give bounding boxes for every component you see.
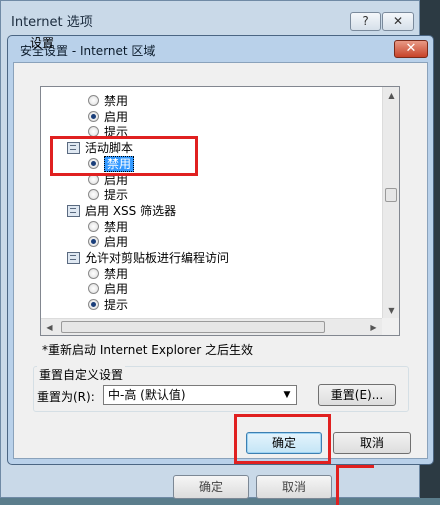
setting-option[interactable]: 启用 bbox=[88, 234, 128, 250]
setting-option[interactable]: 提示 bbox=[88, 124, 128, 140]
setting-option[interactable]: 提示 bbox=[88, 187, 128, 203]
settings-list[interactable]: 禁用 启用 提示 活动脚本 禁用 启用 提示 启用 XSS 筛选器 禁用 启用 允许对剪贴板进行编程… bbox=[40, 86, 400, 336]
setting-category[interactable]: 允许对剪贴板进行编程访问 bbox=[66, 250, 229, 266]
chevron-down-icon[interactable]: ▼ bbox=[279, 387, 295, 403]
setting-category[interactable]: 活动脚本 bbox=[66, 140, 133, 156]
horizontal-scroll-thumb[interactable] bbox=[61, 321, 325, 333]
setting-option[interactable]: 启用 bbox=[88, 172, 128, 188]
setting-option[interactable]: 启用 bbox=[88, 281, 128, 297]
setting-category[interactable]: 启用 XSS 筛选器 bbox=[66, 203, 176, 219]
reset-level-value: 中-高 (默认值) bbox=[108, 388, 186, 402]
setting-option-label: 启用 bbox=[104, 172, 129, 187]
radio-selected-icon[interactable] bbox=[88, 157, 99, 169]
setting-option-label: 禁用 bbox=[104, 266, 129, 281]
setting-option[interactable]: 提示 bbox=[88, 297, 128, 313]
dialog-close-button[interactable]: ✕ bbox=[394, 40, 428, 58]
setting-option[interactable]: 禁用 bbox=[88, 266, 128, 282]
radio-icon[interactable] bbox=[88, 189, 99, 201]
setting-option[interactable]: 禁用 bbox=[88, 155, 135, 172]
reset-button[interactable]: 重置(E)... bbox=[318, 384, 396, 406]
settings-label: 设置 bbox=[30, 36, 55, 50]
scroll-right-icon[interactable]: ▶ bbox=[366, 320, 381, 335]
setting-option-label: 提示 bbox=[104, 298, 129, 313]
vertical-scroll-thumb[interactable] bbox=[385, 188, 397, 202]
setting-option-label: 禁用 bbox=[104, 219, 129, 234]
window-close-button[interactable]: ✕ bbox=[382, 12, 414, 31]
reset-level-select[interactable]: 中-高 (默认值) ▼ bbox=[103, 385, 297, 405]
ok-button[interactable]: 确定 bbox=[246, 432, 322, 454]
reset-to-label: 重置为(R): bbox=[37, 390, 95, 404]
radio-selected-icon[interactable] bbox=[88, 299, 99, 311]
window-title: Internet 选项 bbox=[11, 15, 93, 30]
radio-selected-icon[interactable] bbox=[88, 236, 99, 248]
setting-option-label: 提示 bbox=[104, 188, 129, 203]
help-button[interactable]: ? bbox=[350, 12, 381, 31]
setting-category-label: 活动脚本 bbox=[85, 141, 134, 156]
scroll-corner bbox=[382, 318, 399, 335]
setting-option-label: 启用 bbox=[104, 235, 129, 250]
setting-category-icon bbox=[66, 141, 81, 155]
cancel-button[interactable]: 取消 bbox=[333, 432, 411, 454]
scroll-up-icon[interactable]: ▲ bbox=[384, 88, 399, 103]
options-cancel-button[interactable]: 取消 bbox=[256, 475, 332, 499]
setting-option[interactable]: 启用 bbox=[88, 109, 128, 125]
setting-option-label: 提示 bbox=[104, 125, 129, 140]
radio-icon[interactable] bbox=[88, 173, 99, 185]
radio-icon[interactable] bbox=[88, 283, 99, 295]
radio-icon[interactable] bbox=[88, 95, 99, 106]
setting-option-label: 禁用 bbox=[104, 94, 129, 108]
setting-option[interactable]: 禁用 bbox=[88, 93, 128, 109]
radio-icon[interactable] bbox=[88, 267, 99, 279]
scroll-down-icon[interactable]: ▼ bbox=[384, 303, 399, 318]
radio-selected-icon[interactable] bbox=[88, 110, 99, 122]
setting-category-icon bbox=[66, 251, 81, 264]
setting-category-icon bbox=[66, 204, 81, 217]
setting-category-label: 允许对剪贴板进行编程访问 bbox=[85, 251, 230, 265]
horizontal-scrollbar[interactable]: ◀ ▶ bbox=[41, 318, 382, 335]
scroll-left-icon[interactable]: ◀ bbox=[42, 320, 57, 335]
setting-option[interactable]: 禁用 bbox=[88, 219, 128, 235]
setting-category-label: 启用 XSS 筛选器 bbox=[85, 203, 177, 218]
vertical-scrollbar[interactable]: ▲ ▼ bbox=[382, 87, 399, 319]
radio-icon[interactable] bbox=[88, 220, 99, 232]
setting-option-label: 启用 bbox=[104, 109, 129, 124]
options-ok-button[interactable]: 确定 bbox=[173, 475, 249, 499]
reset-group-title: 重置自定义设置 bbox=[37, 366, 126, 383]
setting-option-label: 禁用 bbox=[104, 155, 135, 172]
restart-note: *重新启动 Internet Explorer 之后生效 bbox=[42, 343, 254, 357]
setting-option-label: 启用 bbox=[104, 282, 129, 297]
radio-icon[interactable] bbox=[88, 126, 99, 138]
